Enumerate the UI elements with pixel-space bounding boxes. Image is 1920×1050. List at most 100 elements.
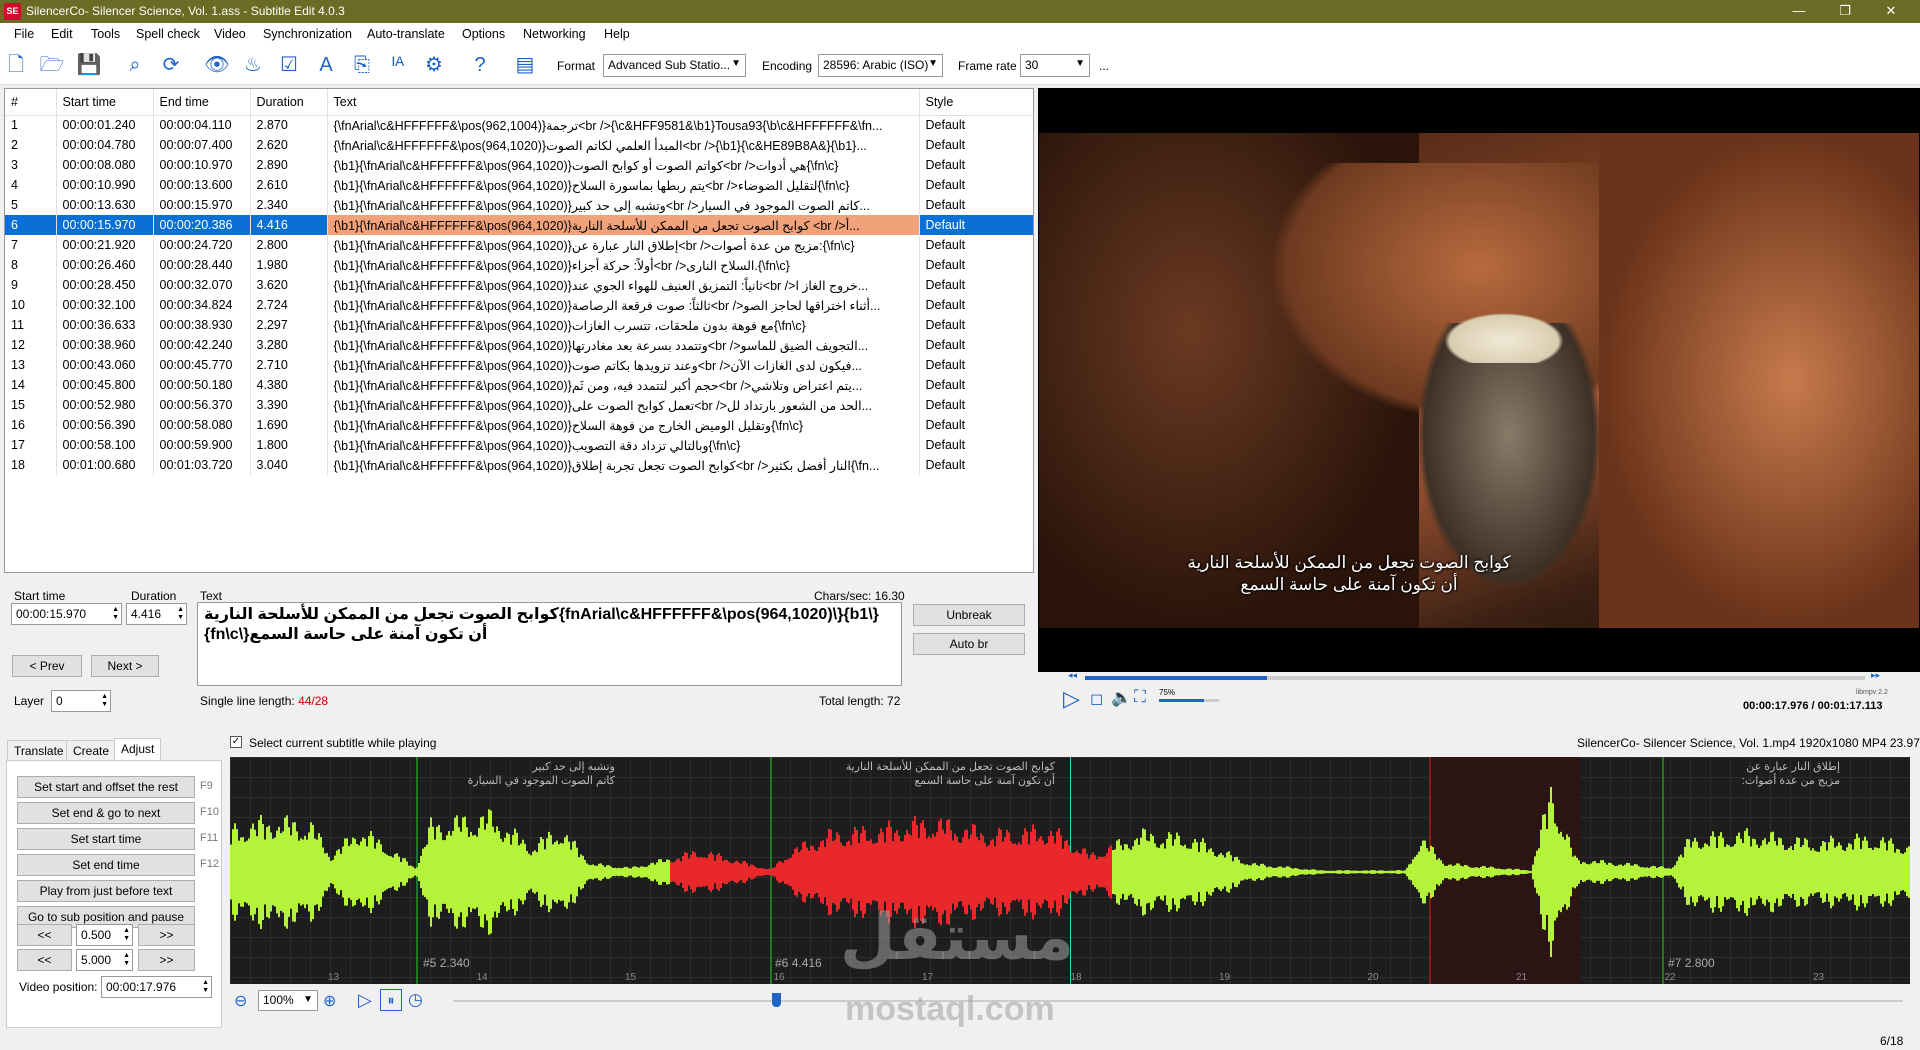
save-icon[interactable]: 💾 xyxy=(76,52,102,78)
close-button[interactable]: ✕ xyxy=(1868,0,1914,23)
fullscreen-icon[interactable]: ⛶ xyxy=(1134,687,1146,707)
new-file-icon[interactable]: 🗋 xyxy=(3,52,29,78)
adjust-button-2[interactable]: Set end & go to next xyxy=(17,802,195,824)
menu-options[interactable]: Options xyxy=(462,27,505,41)
menu-edit[interactable]: Edit xyxy=(51,27,73,41)
zoom-out-icon[interactable]: ⊖ xyxy=(234,991,247,1011)
subtitle-grid[interactable]: # Start time End time Duration Text Styl… xyxy=(4,88,1034,573)
waveform-position-thumb[interactable] xyxy=(772,993,781,1007)
next-button[interactable]: Next > xyxy=(91,655,159,677)
table-row[interactable]: 11 00:00:36.633 00:00:38.930 2.297 {\b1}{\fn… xyxy=(5,315,1033,335)
table-row[interactable]: 4 00:00:10.990 00:00:13.600 2.610 {\b1}{\fnA… xyxy=(5,175,1033,195)
step-back-small-button[interactable]: << xyxy=(17,924,72,946)
spinner-icon[interactable]: ▲ ▼ xyxy=(123,952,130,968)
find-icon[interactable]: ⌕ xyxy=(122,52,148,78)
netflix-check-icon[interactable]: ᴵᴬ xyxy=(385,52,411,78)
select-current-checkbox[interactable]: ✓ xyxy=(230,736,242,748)
step-large-input[interactable]: 5.000 ▲ ▼ xyxy=(76,949,133,971)
step-forward-small-button[interactable]: >> xyxy=(138,924,195,946)
menu-tools[interactable]: Tools xyxy=(91,27,120,41)
table-row[interactable]: 14 00:00:45.800 00:00:50.180 4.380 {\b1}{\fn… xyxy=(5,375,1033,395)
spinner-icon[interactable]: ▲ ▼ xyxy=(202,979,209,995)
spinner-icon[interactable]: ▲ ▼ xyxy=(101,693,108,709)
waveform-pause-icon[interactable]: ⏸ xyxy=(380,989,402,1011)
settings-gear-icon[interactable]: ⚙ xyxy=(421,52,447,78)
frame-rate-select[interactable]: 30 ▼ xyxy=(1020,54,1090,77)
toolbar-overflow[interactable]: ... xyxy=(1099,59,1109,73)
table-row[interactable]: 12 00:00:38.960 00:00:42.240 3.280 {\b1}{\fn… xyxy=(5,335,1033,355)
table-row[interactable]: 10 00:00:32.100 00:00:34.824 2.724 {\b1}{\fn… xyxy=(5,295,1033,315)
format-select[interactable]: Advanced Sub Statio... ▼ xyxy=(603,54,746,77)
seek-back-icon[interactable]: ◂◂ xyxy=(1068,670,1077,681)
spinner-icon[interactable]: ▲ ▼ xyxy=(112,606,119,622)
stop-icon[interactable]: ◻ xyxy=(1090,689,1103,709)
zoom-select[interactable]: 100% ▼ xyxy=(258,990,318,1011)
open-folder-icon[interactable]: 🗁 xyxy=(39,52,65,78)
tab-translate[interactable]: Translate xyxy=(7,740,71,761)
seek-forward-icon[interactable]: ▸▸ xyxy=(1871,670,1880,681)
replace-icon[interactable]: ⟳ xyxy=(158,52,184,78)
remove-text-for-hi-icon[interactable]: ⎘ xyxy=(349,52,375,78)
volume-slider[interactable] xyxy=(1159,699,1219,702)
menu-networking[interactable]: Networking xyxy=(523,27,586,41)
table-row[interactable]: 6 00:00:15.970 00:00:20.386 4.416 {\b1}{\fnA… xyxy=(5,215,1033,235)
table-row[interactable]: 18 00:01:00.680 00:01:03.720 3.040 {\b1}{\fn… xyxy=(5,455,1033,475)
adjust-button-5[interactable]: Play from just before text xyxy=(17,880,195,902)
video-frame[interactable]: كوابح الصوت تجعل من الممكن للأسلحة النار… xyxy=(1039,133,1919,628)
layout-icon[interactable]: ▤ xyxy=(512,52,538,78)
waveform-position-slider[interactable] xyxy=(453,1000,1903,1002)
column-header-style[interactable]: Style xyxy=(919,89,1033,116)
spinner-icon[interactable]: ▲ ▼ xyxy=(177,606,184,622)
table-row[interactable]: 13 00:00:43.060 00:00:45.770 2.710 {\b1}{\fn… xyxy=(5,355,1033,375)
play-icon[interactable]: ▷ xyxy=(1063,686,1080,712)
duration-input[interactable]: 4.416 ▲ ▼ xyxy=(126,603,187,625)
column-header-duration[interactable]: Duration xyxy=(250,89,328,116)
volume-icon[interactable]: 🔈 xyxy=(1111,688,1132,708)
menu-auto-translate[interactable]: Auto-translate xyxy=(367,27,445,41)
spell-check-icon[interactable]: ☑ xyxy=(276,52,302,78)
column-header-number[interactable]: # xyxy=(5,89,57,116)
unbreak-button[interactable]: Unbreak xyxy=(913,604,1025,626)
encoding-select[interactable]: 28596: Arabic (ISO) ▼ xyxy=(818,54,943,77)
column-header-start[interactable]: Start time xyxy=(56,89,154,116)
table-row[interactable]: 15 00:00:52.980 00:00:56.370 3.390 {\b1}{\fn… xyxy=(5,395,1033,415)
help-icon[interactable]: ? xyxy=(467,52,493,78)
minimize-button[interactable]: — xyxy=(1776,0,1822,23)
column-header-end[interactable]: End time xyxy=(153,89,251,116)
tab-create[interactable]: Create xyxy=(66,740,117,761)
table-row[interactable]: 2 00:00:04.780 00:00:07.400 2.620 {\fnArial\… xyxy=(5,135,1033,155)
step-back-large-button[interactable]: << xyxy=(17,949,72,971)
subtitle-text-editor[interactable]: {\b1}{\fnArial\c&HFFFFFF&\pos(964,1020)}… xyxy=(197,602,902,686)
spinner-icon[interactable]: ▲ ▼ xyxy=(123,927,130,943)
burn-icon[interactable]: ♨ xyxy=(240,52,266,78)
prev-button[interactable]: < Prev xyxy=(12,655,82,677)
visual-sync-icon[interactable]: 👁 xyxy=(204,52,230,78)
waveform-speed-icon[interactable]: ◷ xyxy=(408,990,423,1010)
table-row[interactable]: 8 00:00:26.460 00:00:28.440 1.980 {\b1}{\fnA… xyxy=(5,255,1033,275)
menu-file[interactable]: File xyxy=(14,27,34,41)
fix-common-errors-icon[interactable]: A xyxy=(313,52,339,78)
maximize-button[interactable]: ❐ xyxy=(1822,0,1868,23)
step-forward-large-button[interactable]: >> xyxy=(138,949,195,971)
waveform-play-icon[interactable]: ▷ xyxy=(358,990,372,1011)
table-row[interactable]: 9 00:00:28.450 00:00:32.070 3.620 {\b1}{\fnA… xyxy=(5,275,1033,295)
menu-video[interactable]: Video xyxy=(214,27,246,41)
video-position-input[interactable]: 00:00:17.976 ▲ ▼ xyxy=(101,976,212,998)
table-row[interactable]: 17 00:00:58.100 00:00:59.900 1.800 {\b1}{\fn… xyxy=(5,435,1033,455)
menu-synchronization[interactable]: Synchronization xyxy=(263,27,352,41)
auto-br-button[interactable]: Auto br xyxy=(913,633,1025,655)
adjust-button-4[interactable]: Set end time xyxy=(17,854,195,876)
menu-spell-check[interactable]: Spell check xyxy=(136,27,200,41)
column-header-text[interactable]: Text xyxy=(327,89,920,116)
table-row[interactable]: 3 00:00:08.080 00:00:10.970 2.890 {\b1}{\fnA… xyxy=(5,155,1033,175)
tab-adjust[interactable]: Adjust xyxy=(114,738,162,761)
table-row[interactable]: 7 00:00:21.920 00:00:24.720 2.800 {\b1}{\fnA… xyxy=(5,235,1033,255)
adjust-button-1[interactable]: Set start and offset the rest xyxy=(17,776,195,798)
seek-bar[interactable] xyxy=(1085,676,1865,680)
menu-help[interactable]: Help xyxy=(604,27,630,41)
table-row[interactable]: 1 00:00:01.240 00:00:04.110 2.870 {\fnArial\… xyxy=(5,115,1033,135)
layer-input[interactable]: 0 ▲ ▼ xyxy=(51,690,111,712)
table-row[interactable]: 5 00:00:13.630 00:00:15.970 2.340 {\b1}{\fnA… xyxy=(5,195,1033,215)
table-row[interactable]: 16 00:00:56.390 00:00:58.080 1.690 {\b1}{\fn… xyxy=(5,415,1033,435)
start-time-input[interactable]: 00:00:15.970 ▲ ▼ xyxy=(11,603,122,625)
